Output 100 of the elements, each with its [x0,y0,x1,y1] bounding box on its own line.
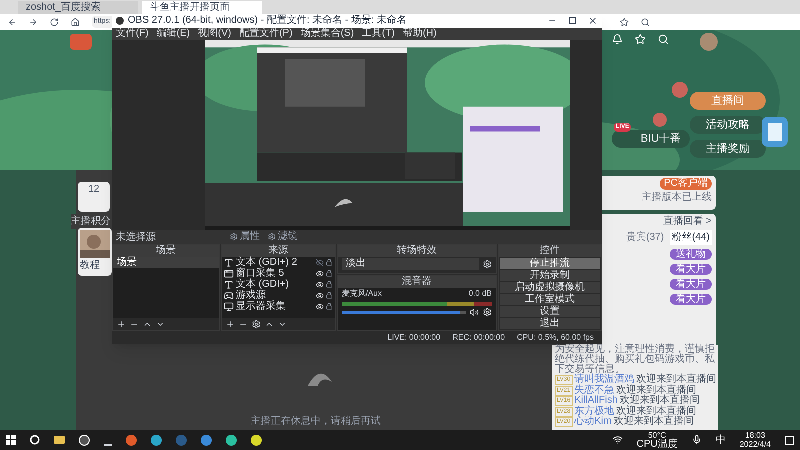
gamepad-icon [224,290,234,301]
search-icon[interactable] [641,18,650,26]
microphone-icon[interactable] [692,435,702,445]
panel-tab[interactable]: 粉丝(44) [670,230,712,245]
lock-icon[interactable] [326,270,333,278]
menu-item[interactable]: 编辑(E) [156,28,190,40]
lock-icon[interactable] [326,259,333,266]
dock-title: 场景 [113,245,219,258]
settings-icon [230,233,238,242]
menu-item[interactable]: 工具(T) [362,28,395,40]
source-item[interactable]: 文本 (GDI+) 2 [222,257,335,268]
source-toolbar-button[interactable]: 滤镜 [266,231,300,244]
star-icon[interactable] [635,34,646,45]
control-button[interactable]: 启动虚拟摄像机 [500,282,600,294]
obs-logo-icon [116,16,124,25]
lock-icon[interactable] [326,303,333,310]
monitor-icon [224,302,234,312]
channel-name: 麦克风/Aux [342,288,382,300]
browser-tab[interactable]: 斗鱼主播开播页面 [142,1,262,14]
replay-link[interactable]: 直播回看 > [663,214,712,229]
dock-title: 转场特效 [338,245,496,258]
dock-title: 来源 [222,245,335,258]
source-name: 显示器采集 [236,301,287,312]
avatar-caption: 教程 [80,259,100,273]
eye-icon[interactable] [316,302,324,311]
settings-icon [268,233,276,242]
offline-text: 主播正在休息中，请稍后再试 [251,414,381,429]
source-item[interactable]: 显示器采集 [222,301,335,312]
add-icon[interactable] [117,320,126,329]
input-method[interactable]: 中 [716,432,726,448]
app-icon[interactable] [126,434,137,446]
score-label: 主播积分 [71,214,111,229]
app-icon[interactable] [251,434,262,446]
eye-off-icon[interactable] [316,258,324,267]
text-icon [224,280,234,290]
eye-icon[interactable] [316,292,324,300]
source-toolbar-button[interactable]: 属性 [228,231,262,244]
source-item[interactable]: 游戏源 [222,290,335,302]
notification-icon[interactable] [785,436,794,444]
network-icon[interactable] [612,435,623,445]
panel-tab[interactable]: 贵宾(37) [624,230,666,245]
lock-icon[interactable] [326,281,333,288]
no-source-label: 未选择源 [116,230,157,245]
text-icon [224,258,234,268]
source-name: 文本 (GDI+) 2 [236,257,298,268]
window-icon [224,268,234,279]
cpu-temperature: 50°C [648,430,666,440]
browser-tab[interactable]: zoshot_百度搜索 [18,1,138,14]
gift-button[interactable]: 看大片 [670,279,712,290]
rec-status: REC: 00:00:00 [452,332,506,344]
chat-message: 欢迎来到本直播间 [616,386,697,396]
menu-item[interactable]: 文件(F) [116,28,149,40]
maximize-icon[interactable] [569,17,576,24]
score-value: 12 [88,183,100,197]
clock-time[interactable]: 18:03 [745,431,766,440]
chat-message: 欢迎来到本直播间 [616,406,697,416]
banner-button[interactable]: 主播奖励 [690,140,766,158]
control-button[interactable]: 退出 [500,318,600,330]
settings-icon[interactable] [252,320,261,329]
menu-item[interactable]: 场景集合(S) [300,28,354,40]
gift-button[interactable]: 看大片 [670,264,712,275]
favorite-icon[interactable] [620,18,629,26]
close-icon[interactable] [588,16,598,26]
menu-item[interactable]: 配置文件(P) [239,28,293,40]
control-button[interactable]: 停止推流 [500,258,600,270]
source-item[interactable]: 窗口采集 5 [222,268,335,280]
settings-icon[interactable] [483,260,492,269]
banner-button[interactable]: 活动攻略 [690,116,766,134]
dock-title: 混音器 [338,276,496,288]
scene-item[interactable]: 场景 [113,257,219,268]
app-icon[interactable] [151,434,162,446]
eye-icon[interactable] [316,280,324,289]
live-status: LIVE: 00:00:00 [388,332,441,344]
app-icon[interactable] [201,434,212,446]
windows-start-icon[interactable] [6,435,16,445]
eye-icon[interactable] [316,270,324,278]
menu-item[interactable]: 视图(V) [198,28,232,40]
gift-button[interactable]: 看大片 [670,294,712,305]
dock-title: 控件 [499,245,601,258]
gift-button[interactable]: 送礼物 [670,249,712,260]
menu-item[interactable]: 帮助(H) [402,28,437,40]
bell-icon[interactable] [612,34,623,45]
home-icon[interactable] [71,18,80,26]
nav-pill[interactable]: BIU十番 [612,130,690,148]
reload-icon[interactable] [50,18,59,26]
lock-icon[interactable] [326,292,333,300]
control-button[interactable]: 设置 [500,306,600,318]
settings-icon[interactable] [483,308,492,318]
back-icon[interactable] [8,18,17,26]
source-name: 文本 (GDI+) [236,279,290,290]
forward-icon[interactable] [29,18,38,26]
chat-message: 欢迎来到本直播间 [620,396,700,406]
transition-select[interactable]: 淡出 [342,258,479,270]
volume-icon[interactable] [470,308,479,318]
source-item[interactable]: 文本 (GDI+) [222,279,335,290]
clock-date[interactable]: 2022/4/4 [740,440,771,449]
add-icon[interactable] [226,320,235,329]
control-button[interactable]: 开始录制 [500,270,600,282]
control-button[interactable]: 工作室模式 [500,294,600,306]
obs-taskbar-icon[interactable] [79,434,90,446]
